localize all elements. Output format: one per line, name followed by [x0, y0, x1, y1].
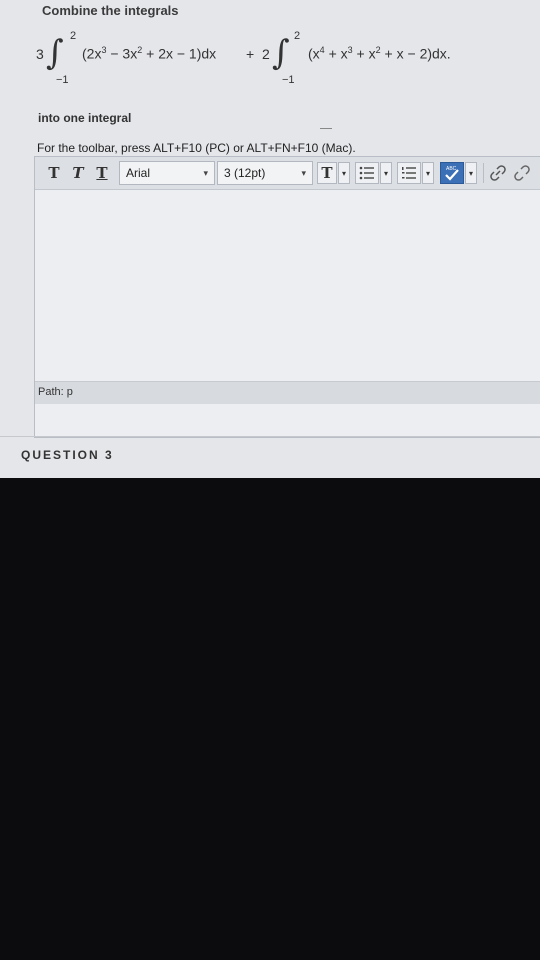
font-family-value: Arial — [126, 166, 151, 180]
browser-page: Combine the integrals 3 ∫ 2 −1 (2x3 − 3x… — [0, 0, 540, 478]
numbered-list-icon — [402, 167, 416, 179]
coefficient-2: 2 — [262, 46, 270, 62]
spellcheck-dropdown[interactable]: ▾ — [465, 162, 477, 184]
chevron-down-icon: ▾ — [341, 168, 346, 178]
font-size-value: 3 (12pt) — [224, 166, 266, 180]
unlink-icon — [514, 165, 530, 181]
editor-toolbar: T T T Arial ▾ 3 (12pt) ▾ T ▾ ▾ ▾ ABC ▾ — [35, 157, 540, 190]
unlink-button[interactable] — [511, 162, 533, 184]
integral-1-integrand: (2x3 − 3x2 + 2x − 1)dx — [82, 45, 217, 62]
integral-expression: 3 ∫ 2 −1 (2x3 − 3x2 + 2x − 1)dx + 2 ∫ 2 … — [36, 30, 536, 90]
toolbar-hint: For the toolbar, press ALT+F10 (PC) or A… — [37, 141, 356, 155]
spellcheck-label: ABC — [446, 166, 457, 172]
next-question-heading: QUESTION 3 — [21, 448, 114, 462]
question-prompt-title: Combine the integrals — [42, 3, 179, 18]
numbered-list-dropdown[interactable]: ▾ — [422, 162, 434, 184]
text-color-dropdown[interactable]: ▾ — [338, 162, 350, 184]
coefficient-1: 3 — [36, 46, 44, 62]
chevron-down-icon: ▾ — [383, 168, 388, 178]
editor-content-area[interactable] — [35, 190, 540, 386]
integral-sign-2: ∫ — [272, 33, 290, 73]
integral-1-upper-limit: 2 — [70, 30, 77, 42]
integral-2-upper-limit: 2 — [294, 30, 301, 42]
editor-path-bar: Path: p — [35, 381, 540, 404]
prompt-continuation: into one integral — [38, 111, 132, 125]
integral-2-lower-limit: −1 — [282, 74, 295, 86]
integral-sign-1: ∫ — [46, 33, 64, 73]
numbered-list-button[interactable] — [397, 162, 421, 184]
link-icon — [490, 165, 506, 181]
chevron-down-icon: ▾ — [203, 168, 208, 178]
divider-mark — [320, 128, 332, 129]
insert-link-button[interactable] — [487, 162, 509, 184]
bullet-list-button[interactable] — [355, 162, 379, 184]
toolbar-divider — [483, 163, 484, 183]
spellcheck-icon: ABC — [445, 166, 459, 181]
underline-button[interactable]: T — [93, 162, 111, 184]
section-divider — [0, 436, 540, 437]
font-family-select[interactable]: Arial ▾ — [119, 161, 215, 185]
chevron-down-icon: ▾ — [425, 168, 430, 178]
integral-1-lower-limit: −1 — [56, 74, 69, 86]
text-color-button[interactable]: T — [317, 162, 337, 184]
bullet-list-icon — [359, 166, 374, 180]
italic-button[interactable]: T — [69, 162, 87, 184]
path-label: Path: p — [38, 386, 73, 398]
spellcheck-button[interactable]: ABC — [440, 162, 464, 184]
bullet-list-dropdown[interactable]: ▾ — [380, 162, 392, 184]
font-size-select[interactable]: 3 (12pt) ▾ — [217, 161, 313, 185]
plus-sign: + — [246, 46, 255, 62]
rich-text-editor: T T T Arial ▾ 3 (12pt) ▾ T ▾ ▾ ▾ ABC ▾ P… — [34, 156, 540, 438]
integral-2-integrand: (x4 + x3 + x2 + x − 2)dx. — [308, 45, 451, 62]
bold-button[interactable]: T — [45, 162, 63, 184]
chevron-down-icon: ▾ — [468, 168, 473, 178]
chevron-down-icon: ▾ — [301, 168, 306, 178]
